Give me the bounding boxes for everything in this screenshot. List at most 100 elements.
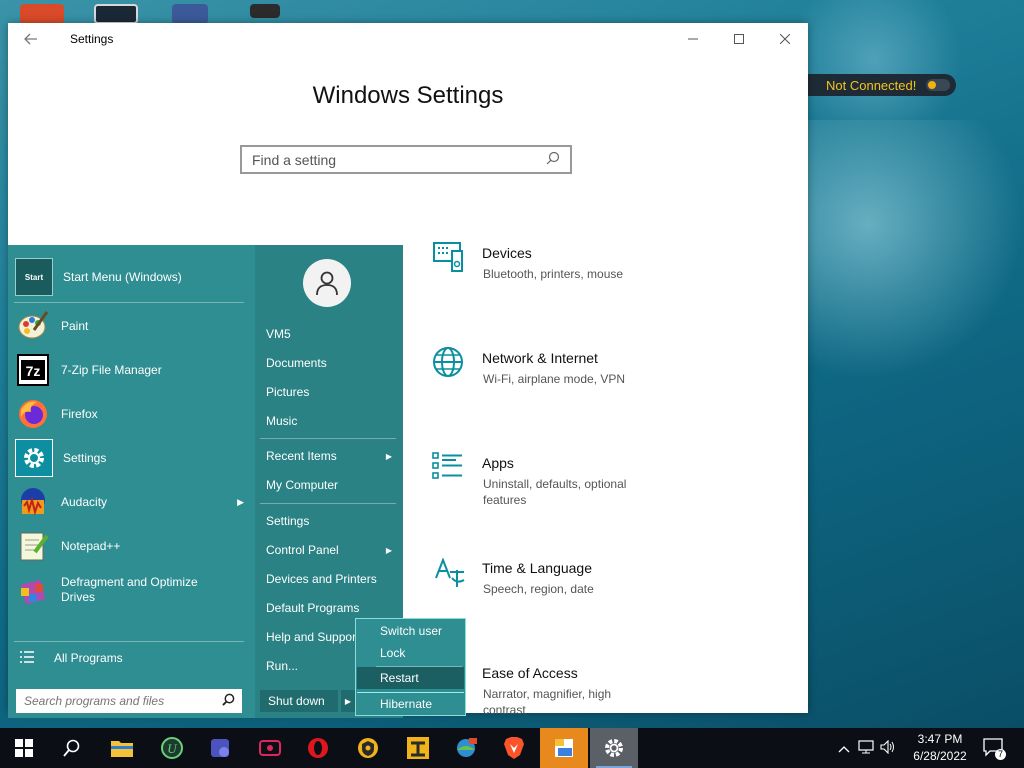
- firefox-icon: [15, 396, 51, 432]
- place-devices-printers[interactable]: Devices and Printers: [266, 568, 398, 590]
- app-vpn-button[interactable]: [344, 728, 392, 768]
- desktop-shortcut-icon[interactable]: [172, 4, 208, 24]
- category-description: Wi-Fi, airplane mode, VPN: [483, 372, 626, 386]
- pinned-audacity[interactable]: Audacity ▶: [12, 482, 244, 522]
- pinned-paint[interactable]: Paint: [12, 306, 244, 346]
- app-opera-button[interactable]: [294, 728, 342, 768]
- search-icon: [63, 739, 80, 757]
- place-recent-items[interactable]: Recent Items ▶: [266, 445, 398, 467]
- place-my-computer[interactable]: My Computer: [266, 474, 398, 496]
- file-explorer-button[interactable]: [98, 728, 146, 768]
- maximize-icon: [734, 34, 744, 44]
- windows-logo-icon: [15, 739, 33, 757]
- pinned-start-menu-windows[interactable]: Start Start Menu (Windows): [12, 257, 244, 297]
- audacity-icon: [15, 484, 51, 520]
- submenu-arrow-icon: ▶: [237, 496, 244, 507]
- chevron-up-icon[interactable]: [838, 741, 858, 756]
- separator: [14, 302, 244, 303]
- app-network-button[interactable]: [442, 728, 490, 768]
- title-bar: Settings: [8, 23, 808, 55]
- app-highlighted-button[interactable]: [540, 728, 588, 768]
- close-icon: [780, 34, 790, 44]
- shut-down-options-arrow[interactable]: ▶: [341, 690, 355, 712]
- program-label: Paint: [61, 318, 89, 333]
- network-globe-icon: [457, 738, 477, 757]
- file-app-icon: [555, 739, 573, 757]
- app-teams-button[interactable]: [196, 728, 244, 768]
- all-programs-button[interactable]: All Programs: [20, 650, 123, 666]
- settings-search[interactable]: [240, 145, 572, 174]
- time-language-icon: [435, 557, 465, 587]
- back-button[interactable]: [8, 23, 54, 55]
- place-pictures[interactable]: Pictures: [266, 381, 398, 403]
- app-recorder-button[interactable]: [246, 728, 294, 768]
- separator: [14, 641, 244, 642]
- shut-down-button[interactable]: Shut down: [260, 690, 338, 712]
- place-settings[interactable]: Settings: [266, 510, 398, 532]
- hibernate-option[interactable]: Hibernate: [357, 692, 464, 714]
- category-name: Devices: [482, 245, 532, 261]
- vpn-toggle[interactable]: [926, 79, 951, 91]
- window-controls: [670, 23, 808, 55]
- search-icon[interactable]: [222, 693, 242, 709]
- submenu-arrow-icon: ▶: [385, 451, 392, 461]
- network-icon[interactable]: [858, 739, 880, 757]
- desktop-shortcut-icon[interactable]: [250, 4, 280, 18]
- minimize-button[interactable]: [670, 23, 716, 55]
- desktop-shortcut-icon[interactable]: [94, 4, 138, 24]
- start-button[interactable]: [0, 728, 48, 768]
- place-default-programs[interactable]: Default Programs: [266, 597, 398, 619]
- category-description: Speech, region, date: [483, 582, 594, 596]
- system-tray: [838, 728, 902, 768]
- place-documents[interactable]: Documents: [266, 352, 398, 374]
- category-name: Apps: [482, 455, 514, 471]
- search-button[interactable]: [48, 728, 96, 768]
- pinned-7zip[interactable]: 7z 7-Zip File Manager: [12, 350, 244, 390]
- desktop-shortcut-icon[interactable]: [20, 4, 64, 24]
- user-icon: [316, 271, 338, 296]
- close-button[interactable]: [762, 23, 808, 55]
- separator: [260, 438, 396, 439]
- settings-gear-icon: [15, 439, 53, 477]
- screen-recorder-icon: [259, 740, 281, 756]
- category-name: Network & Internet: [482, 350, 598, 366]
- place-label: Control Panel: [266, 543, 339, 557]
- separator: [260, 503, 396, 504]
- devices-icon: [433, 242, 463, 272]
- start-icon-text: Start: [24, 272, 44, 282]
- apps-list-icon: [432, 452, 462, 479]
- place-music[interactable]: Music: [266, 410, 398, 432]
- restart-option[interactable]: Restart: [357, 667, 464, 689]
- brave-icon: [504, 737, 524, 759]
- notepadpp-icon: [15, 528, 51, 564]
- place-control-panel[interactable]: Control Panel ▶: [266, 539, 398, 561]
- user-avatar[interactable]: [303, 259, 351, 307]
- search-input[interactable]: [242, 150, 546, 169]
- app-brave-button[interactable]: [490, 728, 538, 768]
- maximize-button[interactable]: [716, 23, 762, 55]
- svg-text:7z: 7z: [26, 363, 41, 379]
- pinned-settings[interactable]: Settings: [12, 438, 244, 478]
- lock-option[interactable]: Lock: [357, 642, 464, 664]
- app-filezilla-button[interactable]: [394, 728, 442, 768]
- paint-icon: [15, 308, 51, 344]
- pinned-defrag[interactable]: Defragment and Optimize Drives: [12, 570, 244, 610]
- pinned-firefox[interactable]: Firefox: [12, 394, 244, 434]
- start-menu-icon: Start: [15, 258, 53, 296]
- app-u-button[interactable]: U: [148, 728, 196, 768]
- settings-taskbar-button[interactable]: [590, 728, 638, 768]
- switch-user-option[interactable]: Switch user: [357, 620, 464, 642]
- opera-icon: [308, 738, 328, 758]
- place-user[interactable]: VM5: [266, 323, 398, 345]
- clock[interactable]: 3:47 PM 6/28/2022: [905, 731, 975, 765]
- program-search[interactable]: [16, 689, 242, 713]
- volume-icon[interactable]: [880, 739, 902, 757]
- teams-icon: [211, 739, 229, 757]
- program-search-input[interactable]: [16, 693, 222, 709]
- category-name: Ease of Access: [482, 665, 578, 681]
- action-center-button[interactable]: 7: [982, 736, 1006, 760]
- pinned-notepadpp[interactable]: Notepad++: [12, 526, 244, 566]
- vpn-status-widget[interactable]: Not Connected!: [806, 74, 956, 96]
- clock-time: 3:47 PM: [917, 732, 963, 746]
- taskbar: U 3:47 PM 6/28/2022 7: [0, 728, 1024, 768]
